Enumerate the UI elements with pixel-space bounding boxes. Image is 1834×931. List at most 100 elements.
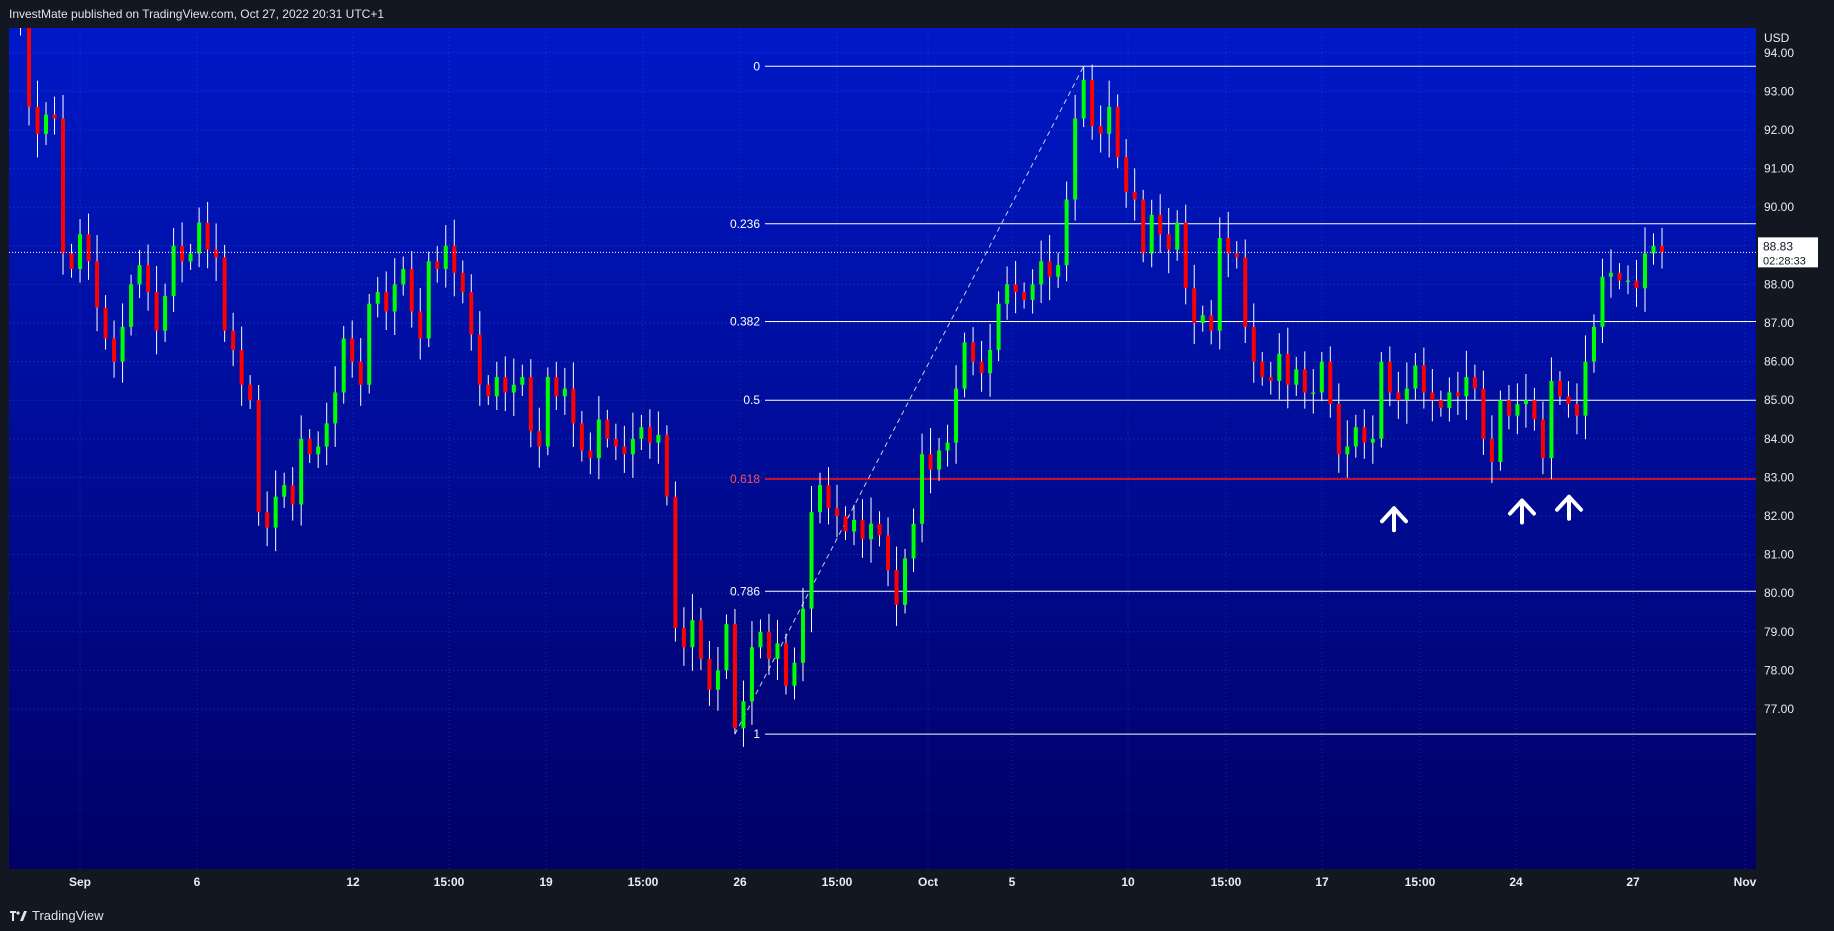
candle-body (630, 438, 635, 455)
candle-body (537, 431, 542, 447)
candle-body (214, 249, 219, 258)
candle-body (426, 261, 431, 339)
candle-body (571, 388, 576, 424)
candle-body (622, 446, 627, 455)
candle-body (1532, 400, 1537, 420)
candle-body (962, 342, 967, 389)
candlestick-chart[interactable]: 0 0.236 0.382 0.5 0.618 0.786 1 USD 77.00 78.00 7… (0, 28, 1834, 899)
candle-body (1183, 222, 1188, 289)
candle-body (1039, 261, 1044, 285)
candle-body (1149, 214, 1154, 254)
candle-body (741, 701, 746, 729)
candle-body (1268, 377, 1273, 381)
candle-body (681, 627, 686, 648)
candle-body (758, 631, 763, 648)
candle-body (1421, 365, 1426, 393)
candle-body (613, 438, 618, 447)
candle-body (562, 388, 567, 397)
candle-body (460, 272, 465, 293)
candle-body (1081, 79, 1086, 119)
candle-body (103, 307, 108, 339)
publish-info-header: InvestMate published on TradingView.com,… (0, 0, 1834, 28)
time-tick-label: 27 (1626, 875, 1640, 889)
candle-body (61, 118, 66, 254)
candle-body (1022, 292, 1027, 300)
candle-body (435, 261, 440, 269)
candle-body (1617, 272, 1622, 281)
fib-level-label: 0.382 (730, 314, 760, 328)
time-tick-label: 15:00 (1405, 875, 1436, 889)
candle-body (886, 535, 891, 571)
candle-body (605, 419, 610, 439)
candle-body (698, 620, 703, 659)
candle-body (1260, 361, 1265, 378)
candle-body (988, 350, 993, 374)
candle-body (1328, 361, 1333, 405)
candle-body (928, 454, 933, 470)
candle-body (1540, 419, 1545, 459)
candle-body (27, 28, 32, 107)
time-tick-label: 6 (194, 875, 201, 889)
fib-level-label: 1 (753, 727, 760, 741)
candle-body (86, 234, 91, 262)
candle-body (1166, 234, 1171, 250)
candle-body (1404, 388, 1409, 401)
price-tick-label: 81.00 (1764, 548, 1794, 562)
candle-body (835, 508, 839, 516)
candle-body (724, 624, 729, 671)
candle-body (1396, 392, 1401, 401)
candle-body (792, 662, 797, 686)
candle-body (1557, 380, 1562, 397)
candle-body (477, 334, 482, 385)
candle-body (971, 342, 976, 362)
candle-body (299, 438, 304, 505)
candle-body (1192, 288, 1197, 323)
candle-body (469, 292, 474, 335)
candle-body (197, 222, 202, 254)
candle-body (775, 643, 780, 659)
price-tick-label: 83.00 (1764, 470, 1794, 484)
candle-body (375, 292, 380, 304)
time-tick-label: 5 (1009, 875, 1016, 889)
candle-body (1047, 261, 1052, 277)
candle-body (911, 523, 916, 559)
candle-body (1319, 361, 1324, 393)
fib-level-label: 0.618 (730, 472, 760, 486)
candle-body (877, 523, 882, 536)
candle-body (690, 620, 695, 648)
candle-body (307, 438, 312, 455)
candle-body (1600, 276, 1605, 327)
candle-body (384, 292, 389, 312)
fib-level-label: 0.5 (743, 393, 760, 407)
candle-body (1345, 446, 1350, 455)
tradingview-logo[interactable]: TradingView (10, 908, 104, 923)
price-tick-label: 91.00 (1764, 162, 1794, 176)
candle-body (715, 670, 720, 690)
candle-body (1251, 326, 1256, 362)
candle-body (239, 350, 244, 385)
time-tick-label: 24 (1509, 875, 1523, 889)
candle-body (1175, 222, 1180, 250)
candle-body (664, 434, 669, 497)
candle-body (1438, 400, 1443, 408)
candle-body (1158, 214, 1163, 235)
price-tick-label: 85.00 (1764, 393, 1794, 407)
candle-body (996, 303, 1001, 351)
candle-body (826, 485, 831, 509)
candle-body (843, 516, 848, 532)
candle-body (1430, 392, 1435, 401)
time-tick-label: 26 (733, 875, 747, 889)
candle-body (418, 311, 423, 339)
candle-body (1277, 353, 1282, 381)
candle-body (248, 384, 253, 401)
candle-body (486, 384, 491, 397)
candle-body (1311, 392, 1316, 394)
candle-body (180, 245, 185, 262)
candle-body (222, 257, 227, 331)
candle-body (1447, 392, 1452, 408)
candle-body (596, 419, 601, 459)
candle-body (69, 253, 74, 269)
candle-body (95, 261, 100, 308)
price-axis-background (1756, 28, 1834, 869)
candle-body (1243, 257, 1248, 327)
